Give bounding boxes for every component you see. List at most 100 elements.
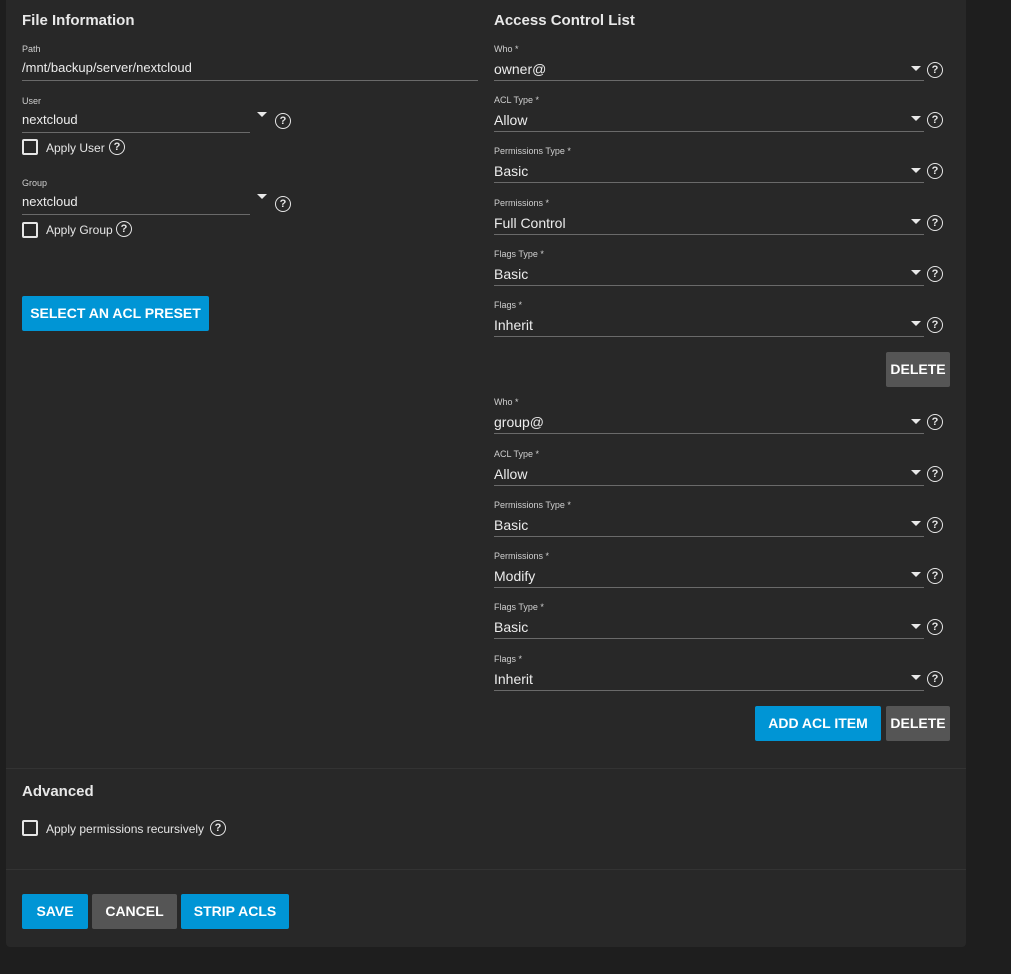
acl-1-permissions-type-value[interactable]: Basic: [494, 517, 924, 533]
acl-0-who-underline: [494, 80, 924, 81]
acl-1-who-label: Who *: [494, 397, 519, 407]
acl-0-delete-button[interactable]: DELETE: [886, 352, 950, 387]
acl-0-permissions-select[interactable]: Permissions * Full Control: [494, 198, 924, 235]
acl-0-acl-type-chevron-down-icon[interactable]: [911, 116, 921, 121]
group-value[interactable]: nextcloud: [22, 194, 250, 209]
footer-divider: [6, 869, 966, 870]
acl-1-who-value[interactable]: group@: [494, 414, 924, 430]
apply-group-label: Apply Group: [46, 223, 113, 237]
acl-0-who-value[interactable]: owner@: [494, 61, 924, 77]
acl-1-permissions-type-select[interactable]: Permissions Type * Basic: [494, 500, 924, 537]
acl-0-permissions-type-underline: [494, 182, 924, 183]
acl-0-permissions-value[interactable]: Full Control: [494, 215, 924, 231]
acl-0-permissions-type-label: Permissions Type *: [494, 146, 571, 156]
acl-0-flags-value[interactable]: Inherit: [494, 317, 924, 333]
access-control-list-title: Access Control List: [494, 12, 635, 29]
acl-1-flags-select[interactable]: Flags * Inherit: [494, 654, 924, 691]
acl-1-flags-chevron-down-icon[interactable]: [911, 675, 921, 680]
acl-0-who-chevron-down-icon[interactable]: [911, 66, 921, 71]
acl-0-acl-type-value[interactable]: Allow: [494, 112, 924, 128]
acl-1-who-underline: [494, 433, 924, 434]
acl-1-flags-type-help-icon[interactable]: ?: [927, 619, 943, 635]
path-value[interactable]: /mnt/backup/server/nextcloud: [22, 60, 478, 75]
acl-0-permissions-label: Permissions *: [494, 198, 550, 208]
path-underline: [22, 80, 478, 81]
group-chevron-down-icon[interactable]: [257, 194, 267, 199]
acl-0-flags-help-icon[interactable]: ?: [927, 317, 943, 333]
strip-acls-button[interactable]: STRIP ACLS: [181, 894, 289, 929]
acl-1-flags-type-select[interactable]: Flags Type * Basic: [494, 602, 924, 639]
group-underline: [22, 214, 250, 215]
acl-1-acl-type-help-icon[interactable]: ?: [927, 466, 943, 482]
acl-0-permissions-type-help-icon[interactable]: ?: [927, 163, 943, 179]
acl-1-permissions-type-underline: [494, 536, 924, 537]
acl-0-acl-type-help-icon[interactable]: ?: [927, 112, 943, 128]
group-label: Group: [22, 178, 48, 188]
apply-group-checkbox[interactable]: [22, 222, 38, 238]
acl-1-flags-help-icon[interactable]: ?: [927, 671, 943, 687]
acl-1-delete-button[interactable]: DELETE: [886, 706, 950, 741]
group-select[interactable]: Group nextcloud: [22, 178, 250, 215]
path-label: Path: [22, 44, 41, 54]
user-select[interactable]: User nextcloud: [22, 96, 250, 133]
acl-1-flags-underline: [494, 690, 924, 691]
acl-0-permissions-type-chevron-down-icon[interactable]: [911, 168, 921, 173]
user-underline: [22, 132, 250, 133]
acl-0-flags-type-value[interactable]: Basic: [494, 266, 924, 282]
acl-1-permissions-chevron-down-icon[interactable]: [911, 572, 921, 577]
apply-recursively-label: Apply permissions recursively: [46, 822, 205, 836]
acl-0-acl-type-label: ACL Type *: [494, 95, 540, 105]
acl-0-flags-label: Flags *: [494, 300, 523, 310]
apply-group-help-icon[interactable]: ?: [116, 221, 132, 237]
acl-0-permissions-type-value[interactable]: Basic: [494, 163, 924, 179]
acl-0-acl-type-select[interactable]: ACL Type * Allow: [494, 95, 924, 132]
acl-0-flags-underline: [494, 336, 924, 337]
acl-0-who-help-icon[interactable]: ?: [927, 62, 943, 78]
acl-1-who-chevron-down-icon[interactable]: [911, 419, 921, 424]
select-acl-preset-button[interactable]: SELECT AN ACL PRESET: [22, 296, 209, 331]
acl-1-flags-value[interactable]: Inherit: [494, 671, 924, 687]
apply-user-label: Apply User: [46, 141, 105, 155]
add-acl-item-button[interactable]: ADD ACL ITEM: [755, 706, 881, 741]
user-help-icon[interactable]: ?: [275, 113, 291, 129]
acl-0-who-select[interactable]: Who * owner@: [494, 44, 924, 81]
apply-recursively-checkbox[interactable]: [22, 820, 38, 836]
acl-1-permissions-value[interactable]: Modify: [494, 568, 924, 584]
cancel-button[interactable]: CANCEL: [92, 894, 177, 929]
acl-1-flags-type-chevron-down-icon[interactable]: [911, 624, 921, 629]
user-value[interactable]: nextcloud: [22, 112, 250, 127]
apply-recursively-help-icon[interactable]: ?: [210, 820, 226, 836]
acl-1-permissions-type-help-icon[interactable]: ?: [927, 517, 943, 533]
acl-1-acl-type-select[interactable]: ACL Type * Allow: [494, 449, 924, 486]
apply-user-checkbox[interactable]: [22, 139, 38, 155]
acl-1-permissions-type-chevron-down-icon[interactable]: [911, 521, 921, 526]
file-information-title: File Information: [22, 12, 135, 29]
acl-1-acl-type-chevron-down-icon[interactable]: [911, 470, 921, 475]
acl-0-permissions-chevron-down-icon[interactable]: [911, 219, 921, 224]
acl-0-flags-select[interactable]: Flags * Inherit: [494, 300, 924, 337]
advanced-title: Advanced: [22, 783, 94, 800]
user-chevron-down-icon[interactable]: [257, 112, 267, 117]
acl-0-permissions-underline: [494, 234, 924, 235]
save-button[interactable]: SAVE: [22, 894, 88, 929]
acl-1-acl-type-value[interactable]: Allow: [494, 466, 924, 482]
acl-0-permissions-help-icon[interactable]: ?: [927, 215, 943, 231]
acl-1-who-select[interactable]: Who * group@: [494, 397, 924, 434]
acl-0-permissions-type-select[interactable]: Permissions Type * Basic: [494, 146, 924, 183]
acl-1-permissions-select[interactable]: Permissions * Modify: [494, 551, 924, 588]
acl-0-flags-type-chevron-down-icon[interactable]: [911, 270, 921, 275]
acl-0-who-label: Who *: [494, 44, 519, 54]
acl-0-flags-chevron-down-icon[interactable]: [911, 321, 921, 326]
advanced-divider: [6, 768, 966, 769]
acl-0-flags-type-help-icon[interactable]: ?: [927, 266, 943, 282]
acl-1-flags-type-label: Flags Type *: [494, 602, 544, 612]
acl-1-permissions-help-icon[interactable]: ?: [927, 568, 943, 584]
acl-1-flags-type-value[interactable]: Basic: [494, 619, 924, 635]
apply-user-help-icon[interactable]: ?: [109, 139, 125, 155]
acl-1-permissions-underline: [494, 587, 924, 588]
path-field[interactable]: Path /mnt/backup/server/nextcloud: [22, 44, 478, 81]
group-help-icon[interactable]: ?: [275, 196, 291, 212]
acl-1-who-help-icon[interactable]: ?: [927, 414, 943, 430]
acl-0-flags-type-select[interactable]: Flags Type * Basic: [494, 249, 924, 286]
user-label: User: [22, 96, 42, 106]
